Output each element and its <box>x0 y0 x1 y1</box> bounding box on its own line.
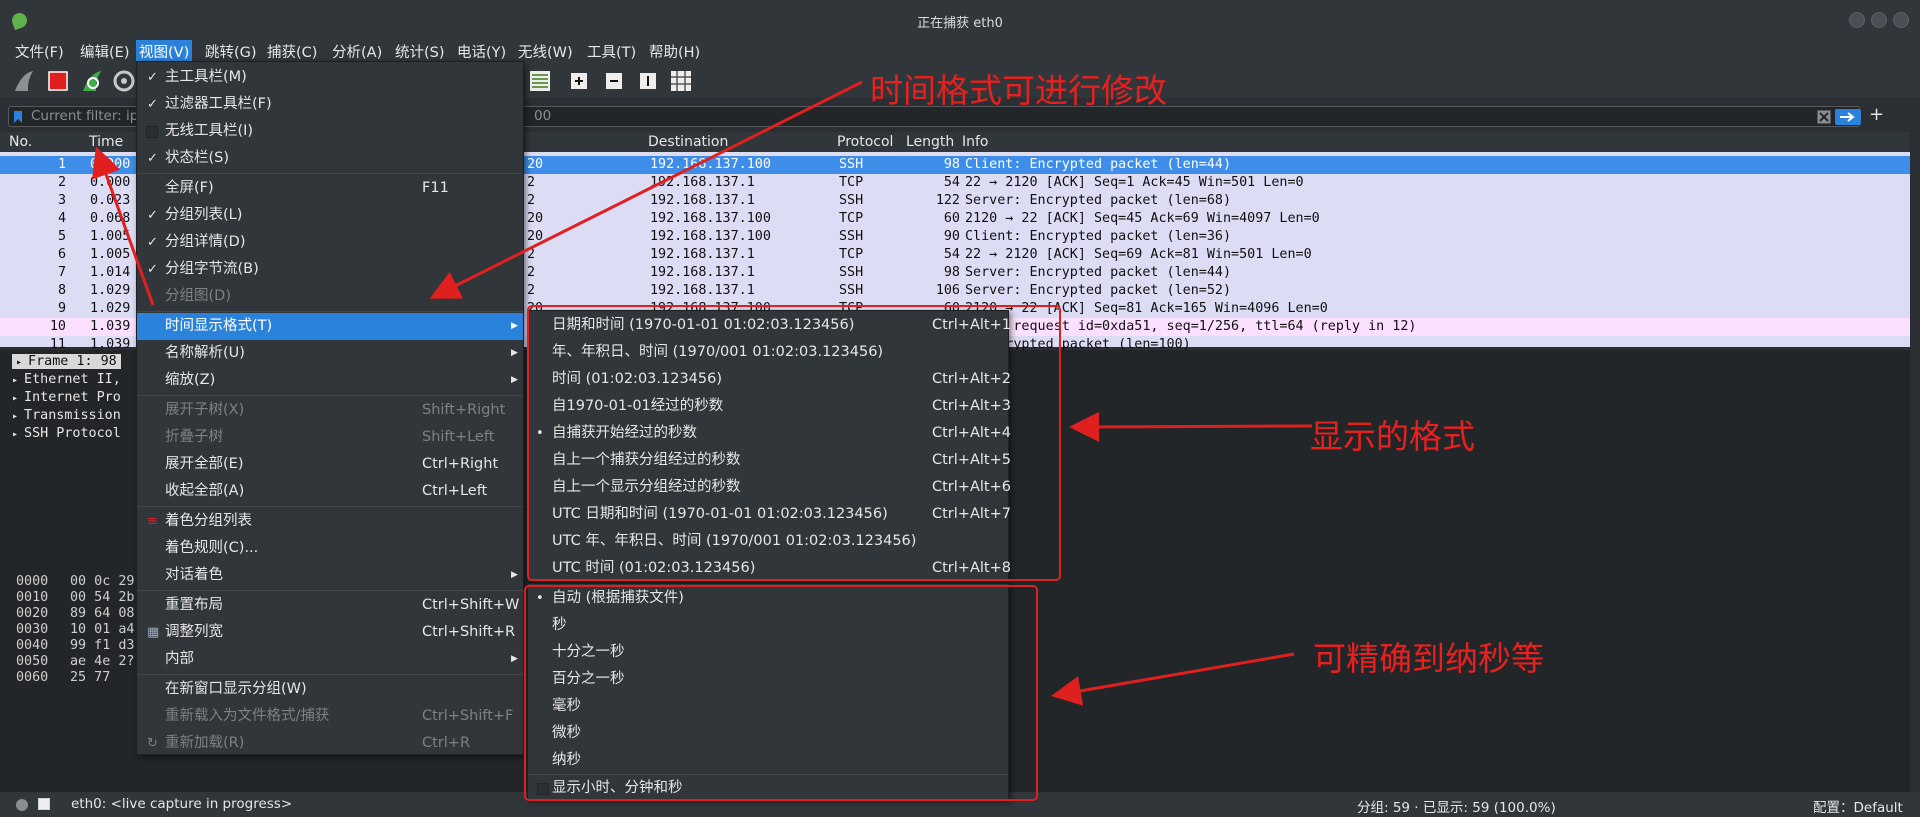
annotation-top-text: 时间格式可进行修改 <box>870 71 1167 110</box>
arrow-to-precision <box>1051 652 1295 706</box>
arrow-to-time-column <box>92 146 155 306</box>
arrow-to-formats <box>1069 411 1313 442</box>
arrow-to-time-menu <box>429 80 863 299</box>
annotation-arrows <box>92 80 1313 706</box>
annotation-middle-text: 显示的格式 <box>1310 417 1475 456</box>
annotation-bottom-text: 可精确到纳秒等 <box>1313 639 1544 678</box>
